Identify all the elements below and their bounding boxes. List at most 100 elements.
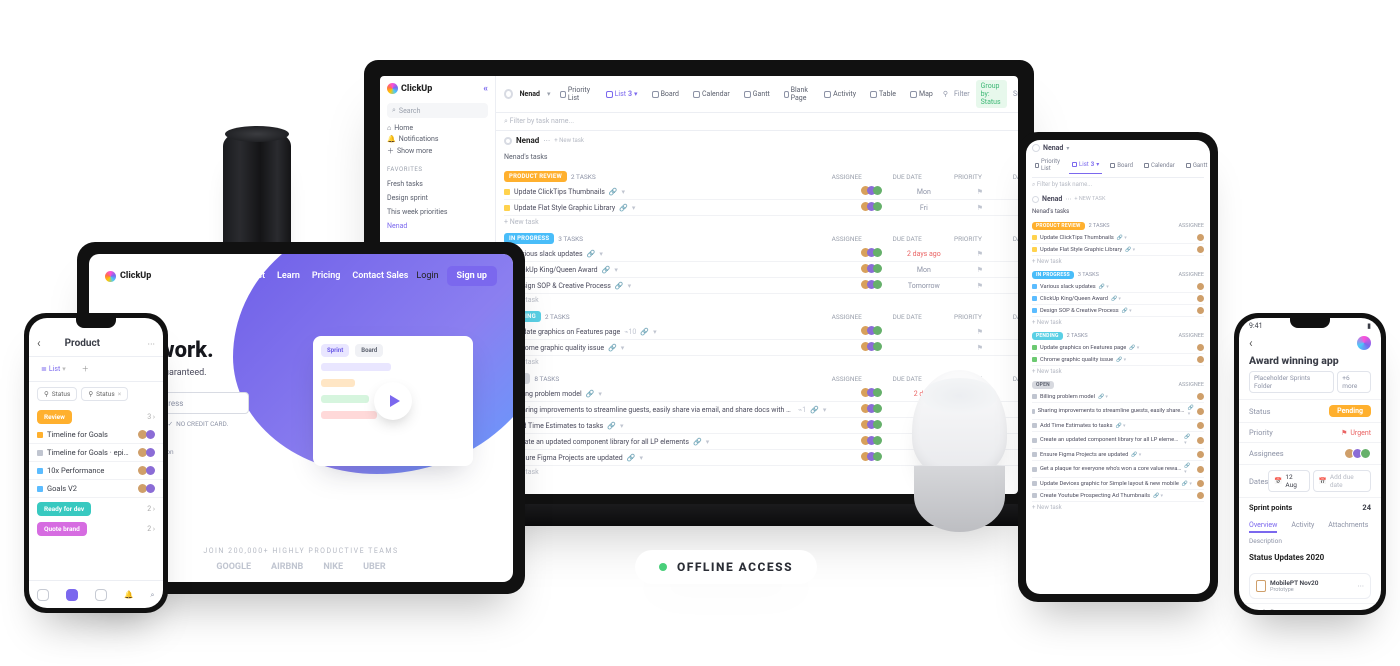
- task-row[interactable]: Update graphics on Features page🔗 ▾: [1032, 342, 1204, 354]
- view-table[interactable]: Table: [867, 88, 899, 100]
- filter-chip[interactable]: ⚲ Status: [37, 387, 77, 401]
- subtasks-btn[interactable]: Subtasks: [1013, 90, 1018, 98]
- task-row[interactable]: ClickUp King/Queen Award🔗 ▾: [1032, 293, 1204, 305]
- brand-logo[interactable]: ClickUp «: [387, 81, 488, 99]
- nav-learn[interactable]: Learn: [277, 271, 300, 281]
- flag-icon[interactable]: ⚑: [966, 266, 994, 274]
- tab-attachments[interactable]: Attachments: [1328, 521, 1368, 533]
- task-row[interactable]: Timeline for Goals: [29, 426, 163, 444]
- card-tab-sprint[interactable]: Sprint: [321, 344, 349, 357]
- task-row[interactable]: Update Flat Style Graphic Library🔗▾Fri⚑1…: [504, 200, 1018, 216]
- new-task-button[interactable]: + New task: [1032, 502, 1204, 515]
- new-task-top[interactable]: + New task: [554, 137, 584, 144]
- nav-contact-sales[interactable]: Contact Sales: [352, 271, 408, 281]
- group-pill[interactable]: Ready for dev: [37, 502, 91, 516]
- group-badge[interactable]: IN PROGRESS: [1032, 271, 1074, 279]
- task-row[interactable]: Design SOP & Creative Process🔗 ▾: [1032, 305, 1204, 317]
- new-task-button[interactable]: + New task: [504, 216, 1018, 231]
- nav-search-icon[interactable]: ⌕: [150, 590, 154, 600]
- chevron-right-icon[interactable]: ›: [1369, 609, 1371, 610]
- task-row[interactable]: Get a plaque for everyone who's won a co…: [1032, 461, 1204, 478]
- brand-logo[interactable]: ClickUp: [105, 271, 151, 282]
- task-row[interactable]: Update ClickTips Thumbnails🔗 ▾: [1032, 232, 1204, 244]
- view-calendar[interactable]: Calendar: [1141, 156, 1178, 174]
- flag-icon[interactable]: ⚑: [966, 250, 994, 258]
- more-icon[interactable]: ⋯: [148, 339, 156, 348]
- tab-activity[interactable]: Activity: [1291, 521, 1314, 533]
- nav-notifications[interactable]: 🔔Notifications: [387, 135, 488, 143]
- task-row[interactable]: Update ClickTips Thumbnails🔗▾Mon⚑22/10: [504, 184, 1018, 200]
- view-activity[interactable]: Activity: [821, 88, 859, 100]
- nav-home-icon[interactable]: [37, 589, 49, 601]
- login-link[interactable]: Login: [408, 267, 446, 285]
- new-task-button[interactable]: + New task: [1032, 256, 1204, 269]
- nav-bolt-icon[interactable]: [66, 589, 78, 601]
- new-task-button[interactable]: + New task: [504, 294, 1018, 309]
- new-task-top[interactable]: + NEW TASK: [1074, 196, 1105, 202]
- view-list[interactable]: List 3 ▾: [1069, 156, 1102, 174]
- new-task-button[interactable]: + New task: [1032, 317, 1204, 330]
- group-badge[interactable]: PENDING: [1032, 332, 1063, 340]
- fav-item[interactable]: Design sprint: [387, 193, 488, 203]
- task-row[interactable]: Goals V2: [29, 480, 163, 498]
- fav-item[interactable]: Fresh tasks: [387, 179, 488, 189]
- view-map[interactable]: Map: [907, 88, 936, 100]
- groupby-chip[interactable]: Group by: Status: [976, 80, 1007, 108]
- task-row[interactable]: 10x Performance: [29, 462, 163, 480]
- nav-pricing[interactable]: Pricing: [312, 271, 341, 281]
- list-title[interactable]: Nenad: [516, 134, 539, 147]
- status-badge[interactable]: Pending: [1329, 405, 1371, 417]
- flag-icon[interactable]: ⚑: [966, 344, 994, 352]
- group-badge[interactable]: PRODUCT REVIEW: [1032, 222, 1085, 230]
- view-blank-page[interactable]: Blank Page: [781, 84, 813, 104]
- flag-icon[interactable]: ⚑: [966, 188, 994, 196]
- filter-icon[interactable]: ⚲: [943, 90, 948, 98]
- task-row[interactable]: Billing problem model🔗 ▾: [1032, 391, 1204, 403]
- task-row[interactable]: Chrome graphic quality issue🔗▾⚑: [504, 340, 1018, 356]
- task-row[interactable]: Design SOP & Creative Process🔗▾Tomorrow⚑…: [504, 278, 1018, 294]
- task-row[interactable]: Timeline for Goals · epicbig task: [29, 444, 163, 462]
- flag-icon[interactable]: ⚑: [966, 282, 994, 290]
- group-pill[interactable]: Review: [37, 410, 72, 424]
- task-row[interactable]: Various slack updates🔗▾2 days ago⚑: [504, 246, 1018, 262]
- priority-flag[interactable]: ⚑Urgent: [1341, 429, 1371, 437]
- filter-btn[interactable]: Filter: [954, 90, 970, 98]
- task-row[interactable]: Various slack updates🔗 ▾: [1032, 281, 1204, 293]
- nav-grid-icon[interactable]: [95, 589, 107, 601]
- search-input[interactable]: ⌕ Search: [387, 103, 488, 118]
- list-title[interactable]: Nenad: [1042, 195, 1062, 203]
- task-row[interactable]: Create an updated component library for …: [1032, 432, 1204, 449]
- view-tab-list[interactable]: ≣List ▾: [37, 362, 70, 376]
- task-row[interactable]: Create Youtube Prospecting Ad Thumbnails…: [1032, 490, 1204, 502]
- card-tab-board[interactable]: Board: [355, 344, 383, 357]
- doc-row[interactable]: MobilePT Nov20Prototype ⋯: [1249, 573, 1371, 599]
- task-row[interactable]: Update Flat Style Graphic Library🔗 ▾: [1032, 244, 1204, 256]
- task-row[interactable]: Ensure Figma Projects are updated🔗 ▾: [1032, 449, 1204, 461]
- tab-overview[interactable]: Overview: [1249, 521, 1277, 533]
- filter-chip[interactable]: ⚲ Status ×: [81, 387, 128, 401]
- view-board[interactable]: Board: [1107, 156, 1136, 174]
- view-priority-list[interactable]: Priority List: [557, 84, 594, 104]
- task-filter-input[interactable]: ⌕ Filter by task name...: [1032, 178, 1204, 192]
- collapse-icon[interactable]: «: [483, 84, 488, 94]
- breadcrumb-chip[interactable]: Placeholder Sprints Folder: [1249, 371, 1334, 393]
- task-row[interactable]: ClickUp King/Queen Award🔗▾Mon⚑15/11: [504, 262, 1018, 278]
- back-icon[interactable]: ‹: [1249, 336, 1253, 350]
- group-pill[interactable]: Quote brand: [37, 522, 87, 536]
- view-gantt[interactable]: Gantt: [1183, 156, 1210, 174]
- group-badge[interactable]: OPEN: [1032, 381, 1054, 389]
- breadcrumb-more[interactable]: +6 more: [1337, 371, 1371, 393]
- more-icon[interactable]: ⋯: [543, 137, 550, 145]
- assignees[interactable]: [1347, 448, 1371, 459]
- play-button[interactable]: [374, 382, 412, 420]
- fav-item[interactable]: This week priorities: [387, 207, 488, 217]
- nav-product[interactable]: Product: [233, 271, 265, 281]
- group-badge[interactable]: PRODUCT REVIEW: [504, 171, 567, 182]
- nav-bell-icon[interactable]: 🔔: [124, 590, 133, 599]
- start-date-chip[interactable]: 📅 12 Aug: [1268, 470, 1309, 492]
- view-priority-list[interactable]: Priority List: [1032, 156, 1064, 174]
- task-filter-input[interactable]: ⌕ Filter by task name...: [496, 113, 1018, 131]
- view-tab-add[interactable]: ＋: [78, 362, 93, 376]
- signup-button[interactable]: Sign up: [447, 266, 497, 286]
- task-row[interactable]: Update Devices graphic for Simple layout…: [1032, 478, 1204, 490]
